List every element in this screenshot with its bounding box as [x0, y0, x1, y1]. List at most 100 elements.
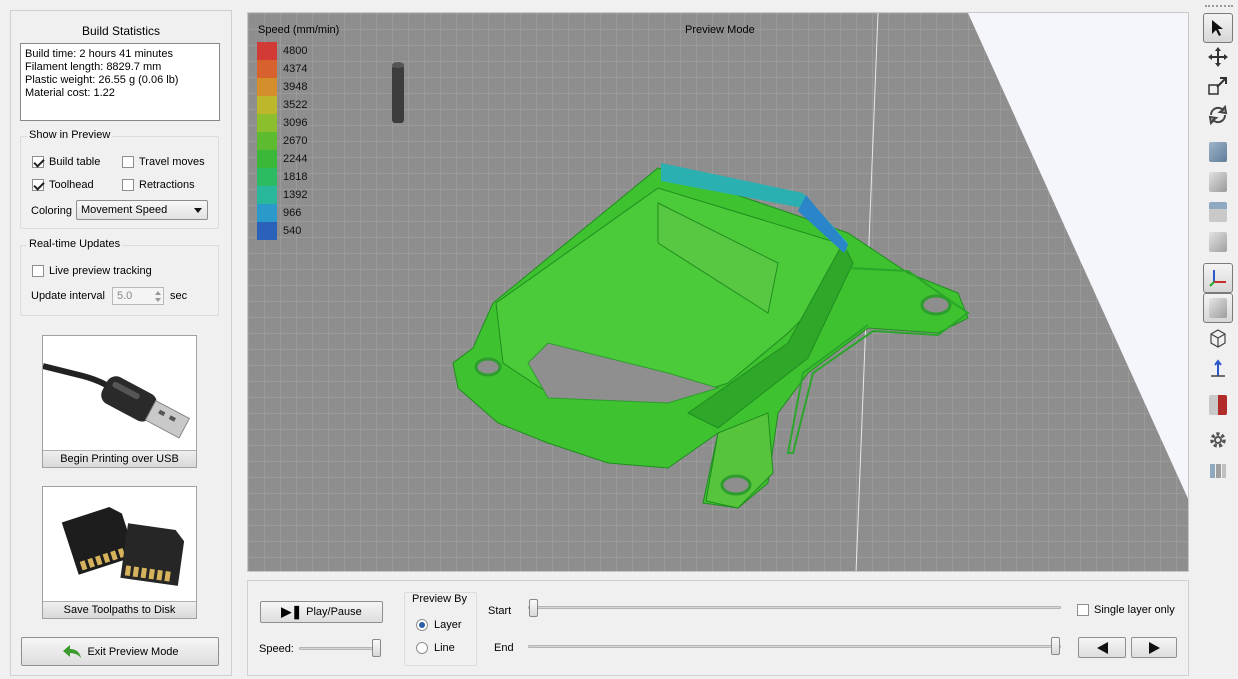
playback-panel: [247, 580, 1189, 676]
step-back-button[interactable]: [1078, 637, 1126, 658]
library-button[interactable]: [1203, 455, 1233, 485]
layer-radio[interactable]: [416, 619, 428, 631]
end-slider-track[interactable]: [528, 645, 1061, 648]
view-iso-button[interactable]: [1203, 137, 1233, 167]
legend-value: 3522: [283, 99, 308, 111]
end-slider-handle[interactable]: [1051, 637, 1060, 655]
legend-swatch: [257, 168, 277, 186]
update-interval-label: Update interval: [31, 290, 105, 302]
live-preview-label: Live preview tracking: [49, 265, 152, 277]
save-toolpaths-label: Save Toolpaths to Disk: [43, 601, 196, 618]
play-pause-button[interactable]: ▶❚ Play/Pause: [260, 601, 383, 623]
print-usb-label: Begin Printing over USB: [43, 450, 196, 467]
preview-mode-label: Preview Mode: [685, 24, 755, 36]
build-plate-grid: [248, 13, 1188, 571]
legend-value: 966: [283, 207, 302, 219]
preview-by-title: Preview By: [412, 593, 468, 605]
single-layer-checkbox[interactable]: [1077, 604, 1089, 616]
build-table-checkbox[interactable]: [32, 156, 44, 168]
legend-row: 1392: [257, 186, 307, 204]
preview-viewport[interactable]: Preview Mode Speed (mm/min): [247, 12, 1189, 572]
update-interval-spinbox[interactable]: 5.0: [112, 287, 164, 305]
build-table-label: Build table: [49, 156, 101, 168]
legend-value: 2670: [283, 135, 308, 147]
cursor-arrow-icon: [1212, 20, 1223, 36]
legend-row: 2670: [257, 132, 307, 150]
normals-toggle-button[interactable]: [1203, 353, 1233, 383]
settings-button[interactable]: [1203, 425, 1233, 455]
travel-moves-checkbox[interactable]: [122, 156, 134, 168]
start-slider-handle[interactable]: [529, 599, 538, 617]
layers-stack-icon: [1210, 464, 1226, 478]
play-pause-label: Play/Pause: [306, 606, 362, 618]
legend-value: 3948: [283, 81, 308, 93]
legend-swatch: [257, 96, 277, 114]
plastic-weight-text: Plastic weight: 26.55 g (0.06 lb): [25, 74, 179, 86]
view-top-button[interactable]: [1203, 197, 1233, 227]
travel-moves-label: Travel moves: [139, 156, 205, 168]
legend-swatch: [257, 114, 277, 132]
print-usb-button[interactable]: Begin Printing over USB: [42, 335, 197, 468]
legend-row: 540: [257, 222, 301, 240]
axes-toggle-button[interactable]: [1203, 263, 1233, 293]
legend-row: 3096: [257, 114, 307, 132]
layer-label: Layer: [434, 619, 462, 631]
line-radio[interactable]: [416, 642, 428, 654]
retractions-checkbox[interactable]: [122, 179, 134, 191]
play-pause-icon: ▶❚: [281, 604, 303, 619]
save-toolpaths-button[interactable]: Save Toolpaths to Disk: [42, 486, 197, 619]
view-side-button[interactable]: [1203, 227, 1233, 257]
legend-swatch: [257, 42, 277, 60]
solid-view-button[interactable]: [1203, 293, 1233, 323]
gear-icon: [1210, 432, 1226, 448]
sd-card-icon: [61, 507, 185, 586]
material-cost-text: Material cost: 1.22: [25, 87, 115, 99]
legend-swatch: [257, 78, 277, 96]
legend-row: 1818: [257, 168, 307, 186]
legend-row: 966: [257, 204, 301, 222]
legend-value: 3096: [283, 117, 308, 129]
usb-cable-icon: [43, 363, 191, 439]
select-tool-button[interactable]: [1203, 13, 1233, 43]
exit-preview-button[interactable]: Exit Preview Mode: [21, 637, 219, 666]
toolhead-label: Toolhead: [49, 179, 94, 191]
toolbar-grip: [1205, 5, 1233, 8]
legend-value: 1818: [283, 171, 308, 183]
toolhead-checkbox[interactable]: [32, 179, 44, 191]
legend-value: 1392: [283, 189, 308, 201]
show-in-preview-title: Show in Preview: [27, 129, 113, 141]
scale-tool-button[interactable]: [1203, 71, 1233, 101]
wireframe-view-button[interactable]: [1203, 323, 1233, 353]
spin-down-icon[interactable]: [155, 298, 161, 302]
scale-icon: [1208, 77, 1227, 95]
normal-arrow-icon: [1211, 359, 1225, 377]
start-slider-track[interactable]: [528, 606, 1061, 609]
rotate-tool-button[interactable]: [1203, 100, 1233, 130]
live-preview-checkbox[interactable]: [32, 265, 44, 277]
iso-view-cube-icon: [1209, 142, 1227, 162]
move-tool-button[interactable]: [1203, 42, 1233, 72]
view-front-button[interactable]: [1203, 167, 1233, 197]
speed-slider-handle[interactable]: [372, 639, 381, 657]
coloring-select[interactable]: Movement Speed: [76, 200, 208, 220]
section-view-button[interactable]: [1203, 390, 1233, 420]
coloring-select-value: Movement Speed: [81, 204, 168, 216]
right-arrow-icon: [1148, 641, 1160, 654]
legend-swatch: [257, 204, 277, 222]
rotate-icon: [1208, 104, 1228, 126]
move-arrows-icon: [1208, 47, 1228, 67]
solid-cube-icon: [1209, 298, 1227, 318]
back-arrow-icon: [63, 644, 82, 658]
speed-slider-track[interactable]: [299, 647, 381, 650]
legend-value: 540: [283, 225, 302, 237]
spin-up-icon[interactable]: [155, 291, 161, 295]
legend-swatch: [257, 150, 277, 168]
step-forward-button[interactable]: [1131, 637, 1177, 658]
realtime-updates-group: Real-time Updates: [20, 238, 219, 316]
legend-swatch: [257, 186, 277, 204]
line-label: Line: [434, 642, 455, 654]
update-interval-value: 5.0: [117, 290, 133, 302]
end-label: End: [494, 642, 514, 654]
legend-row: 2244: [257, 150, 307, 168]
axes-icon: [1209, 270, 1226, 287]
